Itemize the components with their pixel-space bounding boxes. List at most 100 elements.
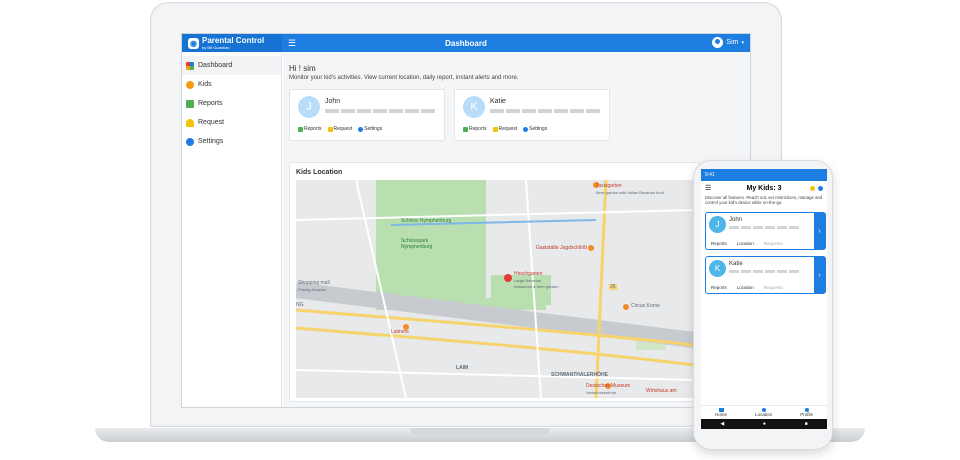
back-icon[interactable]: ◀ xyxy=(720,421,724,427)
map-label: LAIM xyxy=(456,365,469,371)
sidebar-item-request[interactable]: Request xyxy=(182,113,281,132)
reports-link[interactable]: Reports xyxy=(711,241,727,246)
kid-address-blurred xyxy=(490,109,600,113)
sidebar-item-kids[interactable]: Kids xyxy=(182,75,281,94)
reports-label: Reports xyxy=(469,126,487,132)
bell-icon[interactable] xyxy=(810,185,815,191)
sidebar-item-dashboard[interactable]: Dashboard xyxy=(182,56,281,75)
laptop-frame: ◉ Parental Control by Bit Guardian ☰ Das… xyxy=(150,2,782,427)
avatar: J xyxy=(298,96,320,118)
hamburger-menu-icon[interactable]: ☰ xyxy=(288,38,296,49)
requests-link[interactable]: Requests xyxy=(764,241,783,246)
phone-time: 9:41 xyxy=(705,172,715,178)
add-icon[interactable] xyxy=(818,185,823,191)
user-menu[interactable]: Sim ▾ xyxy=(712,37,744,48)
kid-card-john[interactable]: J John Reports Request Settings xyxy=(289,89,445,141)
kid-address-blurred xyxy=(325,109,435,113)
gear-icon xyxy=(186,137,194,146)
brand-logo-icon: ◉ xyxy=(188,37,199,49)
location-link[interactable]: Location xyxy=(737,285,754,290)
reports-label: Reports xyxy=(304,126,322,132)
request-link[interactable]: Request xyxy=(492,126,518,132)
phone-kid-card-katie[interactable]: K Katie Reports Location Requests › xyxy=(705,256,826,294)
dashboard-icon xyxy=(186,61,194,70)
brand[interactable]: ◉ Parental Control by Bit Guardian xyxy=(182,34,282,52)
map-label: Schlosspark Nymphenburg xyxy=(401,238,433,250)
phone-status-bar: 9:41 xyxy=(701,169,827,181)
location-link[interactable]: Location xyxy=(737,241,754,246)
reports-icon xyxy=(298,126,303,132)
laptop-notch xyxy=(410,428,550,434)
requests-link[interactable]: Requests xyxy=(764,285,783,290)
tab-profile[interactable]: Profile xyxy=(800,408,813,417)
kids-icon xyxy=(186,80,194,89)
map-label: Circus Krone xyxy=(631,303,660,309)
kid-name: Katie xyxy=(729,261,743,267)
map-label: Large Bavarian xyxy=(514,278,542,283)
settings-link[interactable]: Settings xyxy=(523,126,547,132)
phone-tab-bar: Home Location Profile xyxy=(701,405,827,419)
kid-name: John xyxy=(325,98,341,105)
kid-card-katie[interactable]: K Katie Reports Request Settings xyxy=(454,89,610,141)
bell-icon xyxy=(327,126,333,132)
user-avatar-icon xyxy=(712,37,724,48)
laptop-screen: ◉ Parental Control by Bit Guardian ☰ Das… xyxy=(181,33,751,408)
map-label: 26 xyxy=(609,284,617,290)
reports-link[interactable]: Reports xyxy=(463,126,487,132)
request-link[interactable]: Request xyxy=(327,126,353,132)
map-label: Laimers xyxy=(391,329,409,335)
kid-name: Katie xyxy=(490,98,506,105)
tab-home[interactable]: Home xyxy=(715,408,727,417)
tab-location[interactable]: Location xyxy=(755,408,772,417)
sidebar-item-reports[interactable]: Reports xyxy=(182,94,281,113)
reports-link[interactable]: Reports xyxy=(711,285,727,290)
map-label: Schloss Nymphenburg xyxy=(401,218,452,224)
tab-label: Home xyxy=(715,412,728,417)
map-view[interactable]: Taxisgarten Beer garden with Italian Bav… xyxy=(296,180,694,398)
reports-icon xyxy=(186,99,194,108)
map-label: Taxisgarten xyxy=(596,183,622,189)
phone-title: My Kids: 3 xyxy=(746,184,782,192)
hamburger-menu-icon[interactable]: ☰ xyxy=(705,184,711,192)
map-title: Kids Location xyxy=(296,169,343,176)
map-label: Pasing Arcaden xyxy=(298,287,327,292)
greeting: Hi ! sim xyxy=(289,64,316,73)
phone-screen: 9:41 ☰ My Kids: 3 Discover all features.… xyxy=(701,169,827,429)
chevron-right-icon[interactable]: › xyxy=(814,257,825,293)
chevron-right-icon[interactable]: › xyxy=(814,213,825,249)
bell-icon xyxy=(492,126,498,132)
gear-icon xyxy=(523,126,529,132)
map-label: restaurant & beer garden xyxy=(514,284,559,289)
top-bar: ◉ Parental Control by Bit Guardian ☰ Das… xyxy=(182,34,750,52)
sidebar-item-label: Reports xyxy=(198,100,223,107)
sidebar-item-label: Dashboard xyxy=(198,62,233,69)
map-label: NG xyxy=(296,302,304,308)
sidebar-item-label: Request xyxy=(198,119,225,126)
sidebar: Dashboard Kids Reports Request Settings xyxy=(182,52,282,407)
sidebar-item-label: Settings xyxy=(198,138,224,145)
settings-label: Settings xyxy=(364,126,383,132)
kid-address-blurred xyxy=(729,226,799,229)
tab-label: Profile xyxy=(800,412,813,417)
avatar: K xyxy=(709,260,726,277)
recent-apps-icon[interactable]: ■ xyxy=(805,421,808,427)
sidebar-item-settings[interactable]: Settings xyxy=(182,132,281,151)
map-label: Deutsches Museum xyxy=(586,383,631,389)
greeting-subtitle: Monitor your kid's activities. View curr… xyxy=(289,75,519,81)
map-label: SCHWANTHALERHÖHE xyxy=(551,372,608,378)
request-label: Request xyxy=(498,126,518,132)
home-button-icon[interactable]: ● xyxy=(763,421,766,427)
request-label: Request xyxy=(333,126,353,132)
phone-description: Discover all features. Reach out, set re… xyxy=(705,195,823,205)
map-label: Beer garden with Italian Bavarian food xyxy=(596,190,664,195)
chevron-down-icon: ▾ xyxy=(741,39,744,46)
phone-kid-card-john[interactable]: J John Reports Location Requests › xyxy=(705,212,826,250)
tab-label: Location xyxy=(755,412,773,417)
map-label: Gaststätte Jagdschlößl xyxy=(536,245,587,251)
reports-link[interactable]: Reports xyxy=(298,126,322,132)
kid-address-blurred xyxy=(729,270,799,273)
settings-link[interactable]: Settings xyxy=(358,126,382,132)
brand-title: Parental Control xyxy=(202,35,265,45)
phone-frame: 9:41 ☰ My Kids: 3 Discover all features.… xyxy=(693,160,833,450)
settings-label: Settings xyxy=(529,126,548,132)
